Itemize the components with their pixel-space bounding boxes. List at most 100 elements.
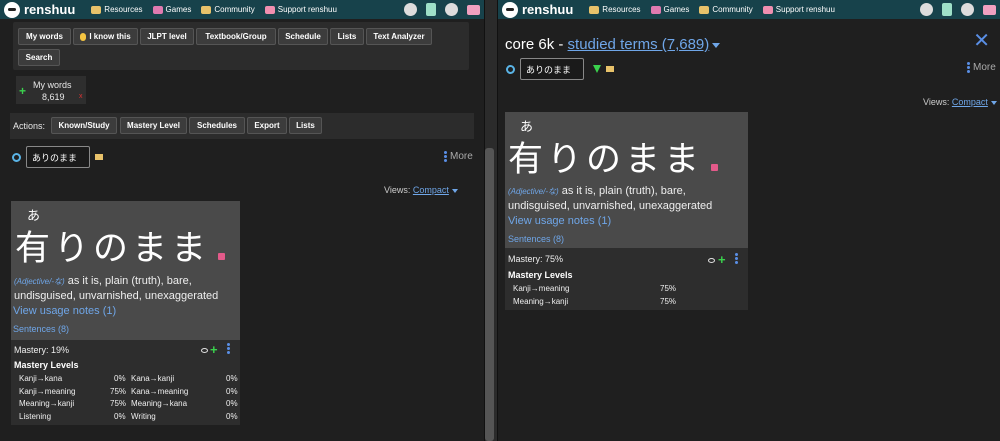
vertical-dots-icon [227, 343, 230, 354]
i-know-this-button[interactable]: I know this [73, 28, 138, 45]
dice-icon [650, 5, 661, 14]
mastery-level-button[interactable]: Mastery Level [120, 117, 187, 134]
level-value: 75% [660, 297, 677, 306]
studied-terms-dropdown[interactable]: studied terms (7,689) [568, 36, 710, 53]
card-options[interactable] [735, 253, 738, 264]
card-options[interactable] [227, 343, 230, 354]
add-icon[interactable]: + [718, 252, 726, 267]
more-menu[interactable]: More [444, 151, 473, 162]
level-value: 75% [110, 399, 127, 408]
close-icon[interactable]: ✕ [973, 28, 990, 53]
schedules-button[interactable]: Schedules [189, 117, 245, 134]
tag-icon[interactable] [95, 154, 103, 160]
eye-icon[interactable] [708, 258, 715, 263]
notebook-icon[interactable] [942, 3, 952, 16]
lightbulb-icon [80, 32, 87, 41]
chevron-down-icon [990, 100, 997, 105]
add-icon[interactable]: + [210, 342, 218, 357]
schedule-button[interactable]: Schedule [278, 28, 328, 45]
views-selector: Views: Compact [384, 185, 458, 195]
nav-label: Support renshuu [775, 5, 835, 14]
known-study-button[interactable]: Known/Study [51, 117, 117, 134]
level-name: Kanji→meaning [513, 284, 570, 293]
nav-games[interactable]: Games [650, 5, 689, 14]
jlpt-level-button[interactable]: JLPT level [140, 28, 194, 45]
view-usage-notes-link[interactable]: View usage notes (1) [508, 215, 611, 227]
search-input[interactable] [520, 58, 584, 80]
tag-icon[interactable] [606, 66, 614, 72]
nav-community[interactable]: Community [699, 5, 753, 14]
view-usage-notes-link[interactable]: View usage notes (1) [13, 305, 116, 317]
brand-logo[interactable]: renshuu [4, 1, 75, 18]
speaker-icon[interactable] [711, 164, 718, 171]
more-menu[interactable]: More [967, 62, 996, 73]
nav-support[interactable]: Support renshuu [264, 5, 337, 14]
level-value: 75% [110, 387, 127, 396]
views-label: Views: [923, 97, 950, 107]
mail-icon[interactable] [467, 5, 480, 15]
nav-label: Games [165, 5, 192, 14]
level-name: Kana→kanji [131, 374, 175, 383]
level-value: 0% [114, 412, 126, 421]
search-row [506, 58, 614, 80]
vertical-dots-icon [444, 151, 447, 162]
right-pane: renshuu Resources Games Community Suppor… [498, 0, 1000, 441]
sentences-link[interactable]: Sentences (8) [508, 234, 564, 244]
help-icon[interactable] [920, 3, 933, 16]
term-word[interactable]: 有りのまま [15, 220, 210, 271]
nav-resources[interactable]: Resources [91, 5, 143, 14]
folder-icon [589, 5, 600, 14]
lists-button[interactable]: Lists [330, 28, 364, 45]
left-pane: renshuu Resources Games Community Suppor… [0, 0, 484, 441]
nav-community[interactable]: Community [201, 5, 255, 14]
more-label: More [973, 62, 996, 73]
views-dropdown[interactable]: Compact [413, 185, 449, 195]
filter-toolbar: My words I know this JLPT level Textbook… [13, 22, 469, 70]
text-analyzer-button[interactable]: Text Analyzer [366, 28, 432, 45]
scrollbar-thumb[interactable] [485, 148, 494, 441]
speaker-icon[interactable] [218, 253, 225, 260]
term-word[interactable]: 有りのまま [508, 131, 703, 182]
nav-label: Resources [602, 5, 641, 14]
nav-label: Support renshuu [277, 5, 337, 14]
search-input[interactable] [26, 146, 90, 168]
vertical-dots-icon [967, 62, 970, 73]
my-words-button[interactable]: My words [18, 28, 71, 45]
level-value: 0% [114, 374, 126, 383]
mail-icon[interactable] [983, 5, 996, 15]
folder-icon [91, 5, 102, 14]
level-name: Meaning→kanji [513, 297, 569, 306]
level-name: Meaning→kanji [19, 399, 75, 408]
textbook-group-button[interactable]: Textbook/Group [196, 28, 276, 45]
filter-icon[interactable] [593, 65, 601, 73]
lists-action-button[interactable]: Lists [289, 117, 322, 134]
actions-label: Actions: [13, 121, 46, 131]
remove-chip-icon[interactable]: x [79, 93, 83, 100]
chevron-down-icon [712, 42, 721, 48]
mastery-levels-title: Mastery Levels [508, 270, 573, 280]
part-of-speech[interactable]: (Adjective/-な) [14, 277, 65, 286]
top-nav-bar: renshuu Resources Games Community Suppor… [498, 0, 1000, 19]
part-of-speech[interactable]: (Adjective/-な) [508, 187, 559, 196]
sentences-link[interactable]: Sentences (8) [13, 324, 69, 334]
search-button[interactable]: Search [18, 49, 60, 66]
views-dropdown[interactable]: Compact [952, 97, 988, 107]
my-words-filter-chip[interactable]: + My words 8,619 x [16, 76, 86, 104]
nav-support[interactable]: Support renshuu [762, 5, 835, 14]
profile-icon[interactable] [445, 3, 458, 16]
eye-icon[interactable] [201, 348, 208, 353]
actions-bar: Actions: Known/Study Mastery Level Sched… [10, 113, 474, 139]
notebook-icon[interactable] [426, 3, 436, 16]
level-value: 0% [226, 399, 238, 408]
level-value: 0% [226, 387, 238, 396]
profile-icon[interactable] [961, 3, 974, 16]
nav-label: Community [214, 5, 255, 14]
nav-resources[interactable]: Resources [589, 5, 641, 14]
export-button[interactable]: Export [247, 117, 287, 134]
nav-games[interactable]: Games [152, 5, 192, 14]
term-definition: (Adjective/-な) as it is, plain (truth), … [508, 184, 744, 213]
renshuu-face-icon [502, 1, 518, 18]
brand-logo[interactable]: renshuu [502, 1, 573, 18]
help-icon[interactable] [404, 3, 417, 16]
title-prefix: core 6k - [505, 36, 564, 53]
